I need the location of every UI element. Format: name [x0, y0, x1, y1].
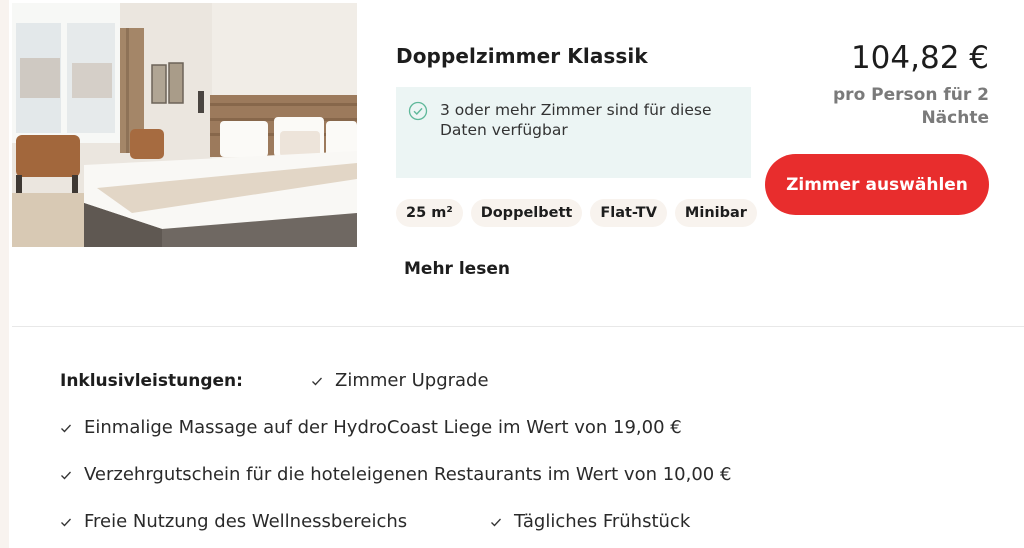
inclusion-text: Tägliches Frühstück: [514, 511, 691, 532]
checkmark-icon: [491, 518, 501, 526]
room-features: 25 m² Doppelbett Flat-TV Minibar: [396, 199, 757, 227]
read-more-link[interactable]: Mehr lesen: [404, 259, 510, 279]
page-edge: [0, 0, 9, 548]
inclusion-text: Verzehrgutschein für die hoteleigenen Re…: [84, 464, 732, 485]
availability-notice: 3 oder mehr Zimmer sind für diese Daten …: [396, 87, 751, 178]
feature-minibar-tag: Minibar: [674, 199, 757, 227]
checkmark-icon: [312, 377, 322, 385]
inclusion-text: Freie Nutzung des Wellnessbereichs: [84, 511, 408, 532]
inclusion-item: Einmalige Massage auf der HydroCoast Lie…: [60, 417, 682, 438]
inclusion-item: Freie Nutzung des Wellnessbereichs: [60, 511, 407, 532]
feature-size-tag: 25 m²: [396, 199, 463, 227]
room-photo-image: [12, 3, 357, 247]
price: 104,82 €: [850, 40, 989, 76]
section-divider: [12, 326, 1024, 327]
inclusion-item: Tägliches Frühstück: [490, 511, 690, 532]
feature-bed-tag: Doppelbett: [470, 199, 583, 227]
checkmark-icon: [61, 471, 71, 479]
availability-text: 3 oder mehr Zimmer sind für diese Daten …: [440, 101, 712, 139]
inclusion-item: Verzehrgutschein für die hoteleigenen Re…: [60, 464, 731, 485]
inclusions-label: Inklusivleistungen:: [60, 371, 243, 391]
price-note: pro Person für 2 Nächte: [833, 85, 989, 128]
inclusion-text: Einmalige Massage auf der HydroCoast Lie…: [84, 417, 682, 438]
room-title: Doppelzimmer Klassik: [396, 44, 648, 68]
select-room-button[interactable]: Zimmer auswählen: [765, 154, 989, 215]
room-photo[interactable]: [12, 3, 357, 247]
checkmark-icon: [61, 424, 71, 432]
feature-tv-tag: Flat-TV: [590, 199, 667, 227]
checkmark-icon: [61, 518, 71, 526]
check-circle-icon: [408, 101, 428, 121]
inclusion-item: Zimmer Upgrade: [311, 370, 489, 391]
inclusion-text: Zimmer Upgrade: [335, 370, 489, 391]
